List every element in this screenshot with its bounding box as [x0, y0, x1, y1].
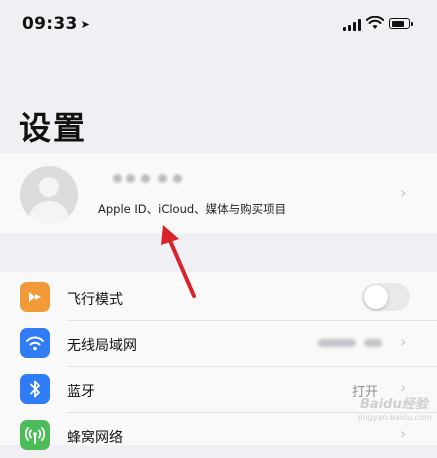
settings-row-airplane-mode[interactable]: 飞行模式: [0, 274, 437, 320]
wifi-icon: [366, 16, 384, 29]
settings-row-label: 飞行模式: [67, 292, 123, 308]
status-time: 09:33 ➤: [22, 14, 90, 34]
bluetooth-icon: [20, 374, 50, 404]
watermark-url: jingyan.baidu.com: [358, 413, 432, 422]
chevron-right-icon: ›: [400, 424, 407, 443]
wifi-icon: [20, 328, 50, 358]
settings-row-label: 无线局域网: [67, 338, 137, 354]
apple-id-account-row[interactable]: ›: [0, 153, 437, 233]
page-title: 设置: [19, 109, 88, 147]
watermark: Baidu经验: [360, 397, 428, 412]
toggle-knob: [364, 285, 388, 309]
airplane-mode-toggle[interactable]: [362, 283, 410, 311]
airplane-icon: [20, 282, 50, 312]
chevron-right-icon: ›: [400, 332, 407, 351]
chevron-right-icon: ›: [400, 183, 407, 202]
account-subtitle: Apple ID、iCloud、媒体与购买项目: [98, 202, 287, 216]
settings-row-wifi[interactable]: 无线局域网 ›: [0, 320, 437, 366]
account-name-redacted: [113, 172, 188, 184]
battery-icon: [389, 18, 413, 29]
status-bar: 09:33 ➤: [0, 0, 437, 50]
person-avatar-icon: [20, 166, 78, 224]
cellular-signal-icon: [343, 19, 361, 31]
settings-row-label: 蜂窝网络: [67, 430, 123, 446]
red-pointer-arrow-icon: [161, 225, 196, 298]
battery-fill: [391, 20, 404, 27]
cellular-antenna-icon: [20, 420, 50, 450]
settings-row-label: 蓝牙: [67, 384, 95, 400]
wifi-network-name-redacted: [318, 336, 388, 350]
location-arrow-icon: ➤: [80, 18, 91, 31]
status-time-text: 09:33: [22, 14, 78, 34]
